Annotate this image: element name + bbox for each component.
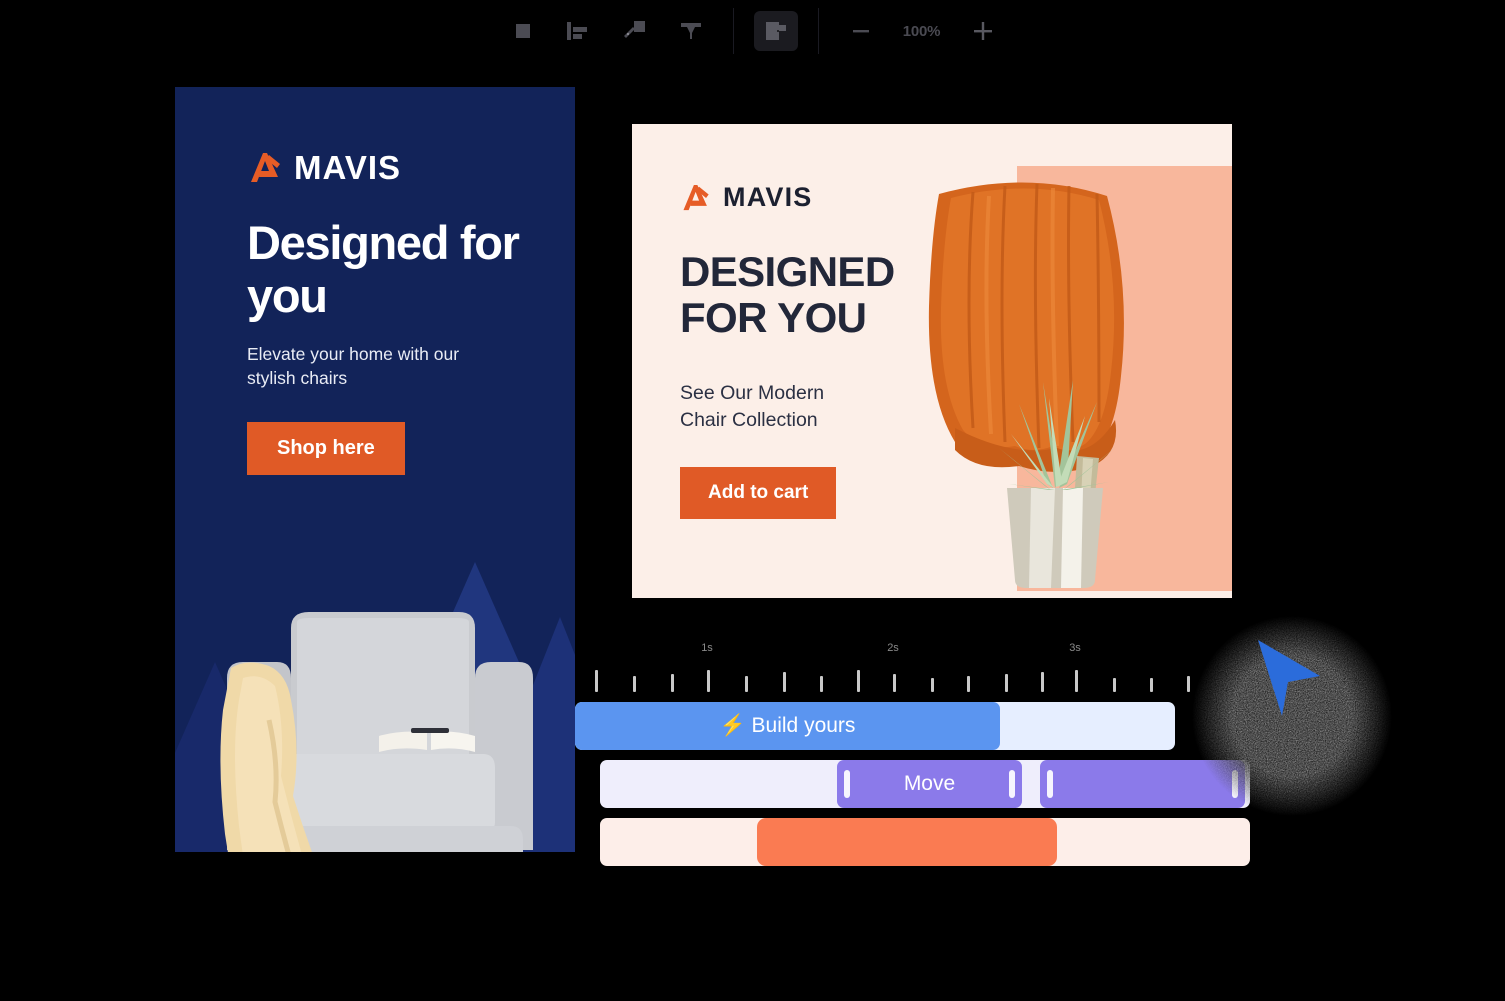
mouse-pointer-icon	[1258, 640, 1320, 716]
filter-icon	[680, 23, 701, 39]
poster-right-subheading-line1: See Our Modern	[680, 382, 825, 405]
ruler-tick	[820, 676, 823, 692]
ruler-tick	[1041, 672, 1044, 692]
zoom-control: 100%	[833, 11, 1011, 51]
add-to-cart-button[interactable]: Add to cart	[680, 467, 837, 520]
ruler-tick	[671, 674, 674, 692]
poster-left-subheading: Elevate your home with our stylish chair…	[247, 344, 460, 388]
mavis-logo-icon	[251, 153, 280, 182]
ruler-tick	[745, 676, 748, 692]
crop-tool-button[interactable]	[501, 11, 545, 51]
toolbar-tool-group	[495, 11, 719, 51]
ruler-tick	[1150, 678, 1153, 692]
poster-right-brand-text: MAVIS	[723, 182, 813, 212]
ruler-tick	[783, 672, 786, 692]
duplicate-page-tool-button[interactable]	[753, 11, 798, 51]
poster-left-logo: MAVIS	[247, 149, 575, 187]
build-yours-clip[interactable]: ⚡ Build yours	[575, 702, 1000, 750]
clip-handle-left[interactable]	[844, 770, 850, 798]
crop-icon	[515, 24, 530, 38]
ruler-tick	[893, 674, 896, 692]
ruler-label: 2s	[887, 642, 899, 654]
timeline-panel: 1s 2s 3s ⚡ Build yours Move	[575, 634, 1265, 894]
poster-left-canvas[interactable]: MAVIS Designed for you Elevate your home…	[175, 87, 575, 852]
move-clip-label: Move	[903, 772, 956, 795]
shop-here-button[interactable]: Shop here	[247, 421, 405, 475]
ruler-tick	[707, 670, 710, 692]
clip-handle-left[interactable]	[1047, 770, 1053, 798]
build-yours-track[interactable]: ⚡ Build yours	[575, 702, 1175, 750]
ruler-tick	[1005, 674, 1008, 692]
plus-icon	[973, 22, 992, 40]
ruler-label: 3s	[1069, 642, 1081, 654]
ruler-tick	[967, 676, 970, 692]
effect-track[interactable]	[600, 818, 1250, 866]
poster-left-content: MAVIS Designed for you Elevate your home…	[175, 87, 575, 475]
poster-right-subheading-line2: Chair Collection	[680, 409, 818, 432]
poster-left-heading: Designed for you	[247, 216, 520, 322]
top-toolbar: 100%	[0, 0, 1505, 62]
cursor-spotlight	[1192, 616, 1392, 816]
duplicate-page-icon	[765, 22, 786, 40]
effect-clip[interactable]	[757, 818, 1057, 866]
ruler-tick	[1075, 670, 1078, 692]
move-clip[interactable]: Move	[837, 760, 1022, 808]
zoom-in-button[interactable]	[961, 11, 1005, 51]
minus-icon	[852, 30, 869, 33]
toolbar-divider-left	[732, 8, 734, 54]
poster-right-canvas[interactable]: MAVIS DESIGNED FOR YOU See Our Modern Ch…	[632, 124, 1232, 598]
mavis-logo-icon	[683, 184, 709, 210]
text-align-icon	[566, 22, 587, 40]
filter-tool-button[interactable]	[669, 11, 713, 51]
move-track[interactable]: Move	[600, 760, 1250, 808]
ruler-tick	[1113, 678, 1116, 692]
zoom-out-button[interactable]	[839, 11, 883, 51]
poster-left-brand-text: MAVIS	[294, 149, 402, 186]
build-yours-clip-label: ⚡ Build yours	[719, 714, 856, 737]
ruler-label: 1s	[701, 642, 713, 654]
orange-chair-and-plant-photo	[928, 182, 1124, 588]
ruler-tick	[595, 670, 598, 692]
magic-wand-icon	[623, 21, 645, 38]
zoom-level-value[interactable]: 100%	[893, 23, 951, 40]
armchair-photo	[220, 612, 533, 852]
ruler-tick	[1187, 676, 1190, 692]
toolbar-divider-right	[817, 8, 819, 54]
ruler-tick	[857, 670, 860, 692]
ruler-tick	[931, 678, 934, 692]
ruler-tick	[633, 676, 636, 692]
magic-edit-tool-button[interactable]	[613, 11, 657, 51]
timeline-ruler[interactable]: 1s 2s 3s	[575, 634, 1265, 702]
clip-handle-right[interactable]	[1009, 770, 1015, 798]
text-align-tool-button[interactable]	[557, 11, 601, 51]
